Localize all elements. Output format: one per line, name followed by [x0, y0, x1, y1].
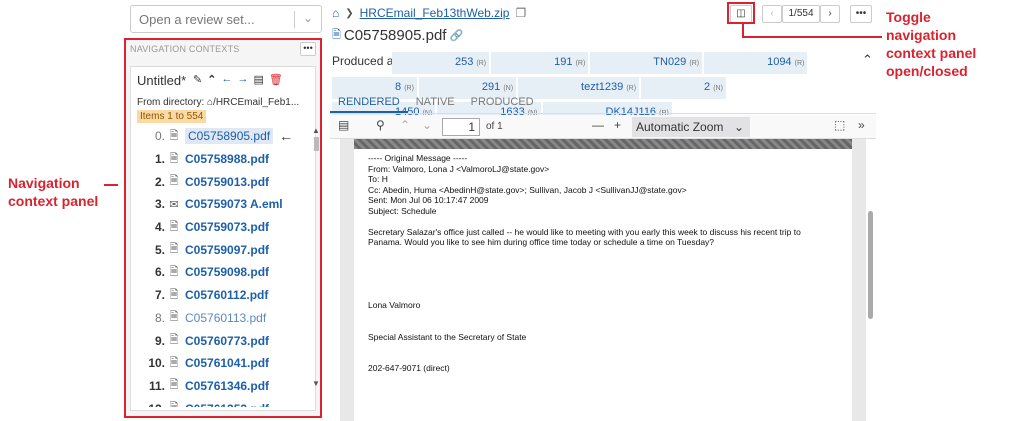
email-line: Secretary Salazar's office just called -…: [368, 226, 801, 237]
production-tag-status: (R): [476, 60, 487, 67]
viewer-scrollbar[interactable]: [866, 139, 876, 421]
email-line: [368, 269, 808, 280]
tools-expand-icon[interactable]: »: [858, 118, 865, 132]
viewer-scroll-thumb[interactable]: [868, 211, 873, 319]
next-page-icon[interactable]: ⌄: [422, 118, 432, 132]
production-tag-status: (R): [626, 85, 637, 92]
production-tag[interactable]: 1094 (R): [704, 52, 808, 74]
email-line: Sent: Mon Jul 06 10:17:47 2009: [368, 195, 489, 205]
document-title-text: C05758905.pdf: [343, 27, 447, 44]
production-tag-status: (N): [503, 85, 514, 92]
redaction-bar: [354, 139, 852, 149]
page-of-label: of 1: [486, 121, 503, 132]
pdf-file-icon: 🗎: [332, 29, 341, 41]
callout-nav-panel: Navigation context panel: [8, 175, 99, 209]
search-icon[interactable]: ⚲: [376, 118, 385, 132]
sidebar-toggle-icon[interactable]: ▤: [338, 118, 349, 132]
email-line: Panama. Would you like to see him during…: [368, 237, 715, 247]
email-line: Special Assistant to the Secretary of St…: [368, 331, 527, 342]
nav-panel-highlight: [124, 38, 322, 418]
review-set-select[interactable]: Open a review set... ⌄: [130, 5, 322, 33]
production-tag-value: 1094: [767, 56, 795, 68]
production-tag-status: (R): [404, 85, 414, 92]
callout-toggle: Toggle navigation context panel open/clo…: [886, 9, 977, 79]
toggle-button-highlight: [727, 2, 755, 24]
email-line: To: H: [368, 174, 388, 184]
breadcrumb: ⌂ ❯ HRCEmail_Feb13thWeb.zip ❐: [332, 6, 526, 20]
breadcrumb-separator-icon: ❯: [345, 7, 354, 19]
email-line: [368, 279, 808, 290]
document-pane: ⌂ ❯ HRCEmail_Feb13thWeb.zip ❐ 🗎 C0575890…: [330, 0, 876, 421]
email-line: Lona Valmoro: [368, 300, 421, 310]
production-tag[interactable]: TN029 (R): [590, 52, 703, 74]
email-body: ----- Original Message ----- From: Valmor…: [368, 153, 808, 374]
email-line: [368, 321, 808, 332]
prev-page-icon[interactable]: ⌃: [400, 118, 410, 132]
tab-rendered[interactable]: RENDERED: [330, 92, 408, 113]
breadcrumb-zip-link[interactable]: HRCEmail_Feb13thWeb.zip: [360, 6, 510, 20]
email-line: ----- Original Message -----: [368, 153, 468, 163]
email-line: [368, 311, 808, 322]
collapse-produced-icon[interactable]: ⌃: [862, 52, 873, 68]
email-line: From: Valmoro, Lona J <ValmoroLJ@state.g…: [368, 163, 550, 174]
email-line: Subject: Schedule: [368, 205, 437, 216]
select-divider: [294, 11, 295, 28]
production-tag-status: (N): [713, 85, 723, 92]
production-tag-status: (R): [794, 60, 805, 67]
viewer-right-gutter: [852, 139, 866, 421]
screen: Navigation context panel Toggle navigati…: [0, 0, 1026, 421]
tab-native[interactable]: NATIVE: [408, 92, 463, 113]
production-tag-value: TN029: [653, 56, 690, 68]
copy-icon[interactable]: ❐: [515, 6, 526, 20]
production-tag[interactable]: 191 (R): [491, 52, 589, 74]
email-line: 202-647-9071 (direct): [368, 363, 450, 373]
zoom-chevron-icon: ⌄: [733, 120, 744, 134]
next-doc-button[interactable]: ›: [820, 5, 840, 23]
email-line: [368, 290, 808, 301]
more-options-button[interactable]: •••: [850, 5, 872, 23]
review-set-placeholder: Open a review set...: [139, 12, 255, 27]
link-icon[interactable]: 🔗: [449, 29, 463, 42]
production-tag-status: (R): [575, 60, 586, 67]
page-number-input[interactable]: 1: [442, 118, 480, 136]
presentation-mode-icon[interactable]: ⬚: [834, 118, 845, 132]
tab-produced[interactable]: PRODUCED: [463, 92, 542, 113]
zoom-select[interactable]: Automatic Zoom ⌄: [632, 117, 750, 137]
viewer-left-gutter: [340, 139, 354, 421]
prev-doc-button[interactable]: ‹: [762, 5, 782, 23]
production-tag-value: 191: [554, 56, 576, 68]
document-title: 🗎 C05758905.pdf 🔗: [332, 26, 463, 45]
produced-as-section: Produced as: 253 (R) 191 (R) TN029 (R) 1094…: [330, 50, 850, 124]
email-line: [368, 248, 808, 259]
home-icon[interactable]: ⌂: [332, 6, 339, 20]
pdf-viewer[interactable]: ----- Original Message ----- From: Valmor…: [340, 139, 866, 421]
production-tag[interactable]: 253 (R): [392, 52, 490, 74]
zoom-value: Automatic Zoom: [636, 120, 724, 134]
page-counter: 1/554: [782, 5, 820, 23]
zoom-in-icon[interactable]: +: [614, 118, 621, 132]
email-line: [368, 258, 808, 269]
pdf-toolbar: ▤ ⚲ ⌃ ⌄ 1 of 1 — + Automatic Zoom ⌄ ⬚ »: [330, 115, 876, 139]
email-line: Cc: Abedin, Huma <AbedinH@state.gov>; Su…: [368, 184, 687, 195]
chevron-down-icon[interactable]: ⌄: [303, 11, 313, 25]
production-tag-status: (R): [689, 60, 700, 67]
email-line: [368, 353, 808, 364]
email-line: [368, 216, 808, 227]
view-tabs: RENDERED NATIVE PRODUCED: [330, 92, 876, 114]
production-tag-value: 253: [455, 56, 477, 68]
zoom-out-icon[interactable]: —: [592, 118, 604, 132]
email-line: [368, 342, 808, 353]
